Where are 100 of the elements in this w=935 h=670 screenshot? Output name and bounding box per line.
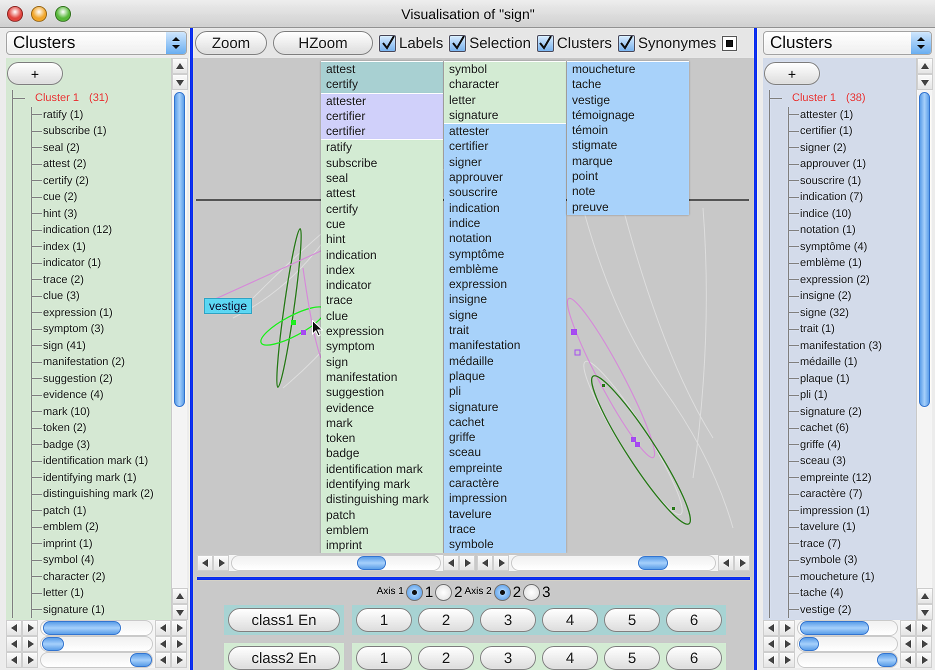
checkbox[interactable] (449, 34, 466, 52)
scroll-left-button[interactable] (155, 652, 171, 668)
synonym-item[interactable]: index (326, 262, 438, 278)
tree-item[interactable]: trait (1) (800, 323, 835, 336)
tree-item[interactable]: vestige (2) (800, 604, 852, 616)
synonym-item[interactable]: cue (326, 216, 438, 232)
synonym-item[interactable]: approuver (449, 170, 561, 186)
tree-item[interactable]: sceau (3) (800, 455, 846, 468)
synonym-item[interactable]: notation (449, 231, 561, 247)
scroll-right-button[interactable] (22, 636, 38, 652)
scroll-thumb[interactable] (174, 92, 185, 407)
tree-item[interactable]: evidence (4) (43, 389, 104, 402)
synonym-item[interactable]: identifying mark (326, 477, 438, 492)
tree-item[interactable]: approuver (1) (800, 158, 866, 170)
synonym-item[interactable]: trace (449, 522, 561, 538)
tree-item[interactable]: indication (7) (800, 191, 863, 204)
synonym-item[interactable]: médaille (449, 354, 561, 369)
scroll-left-button[interactable] (155, 620, 171, 636)
number-button[interactable]: 3 (480, 646, 536, 670)
tree-item[interactable]: identifying mark (1) (43, 472, 137, 484)
scroll-right-button[interactable] (779, 652, 795, 668)
horizontal-scrollbar[interactable] (477, 555, 750, 571)
synonym-item[interactable]: symptôme (449, 246, 561, 262)
tree-item[interactable]: griffe (4) (800, 438, 841, 451)
synonym-item[interactable]: trace (326, 293, 438, 309)
synonym-item[interactable]: impression (449, 491, 561, 507)
scroll-left-button[interactable] (6, 620, 22, 636)
horizontal-scrollbar[interactable] (763, 620, 932, 636)
synonym-item[interactable]: griffe (449, 430, 561, 446)
synonym-item[interactable]: token (326, 431, 438, 446)
scroll-thumb[interactable] (919, 92, 930, 407)
tree-item[interactable]: impression (1) (800, 504, 870, 517)
number-button[interactable]: 4 (542, 608, 598, 632)
synonym-item[interactable]: signer (449, 154, 561, 170)
checkbox[interactable] (618, 34, 635, 52)
synonym-item[interactable]: signature (449, 400, 561, 415)
tree-item[interactable]: notation (1) (800, 224, 856, 236)
add-button[interactable]: + (764, 62, 820, 85)
horizontal-scrollbar[interactable] (6, 636, 187, 652)
tree-item[interactable]: moucheture (1) (800, 570, 875, 583)
tree-item[interactable]: expression (2) (800, 274, 870, 286)
synonym-item[interactable]: indication (326, 248, 438, 263)
synonym-item[interactable]: tache (572, 77, 684, 93)
minimize-icon[interactable] (31, 6, 47, 22)
tree-item[interactable]: symptom (3) (43, 323, 104, 336)
scroll-right-button[interactable] (493, 555, 509, 571)
tree-item[interactable]: médaille (1) (800, 356, 858, 368)
scroll-left-button[interactable] (763, 636, 779, 652)
zoom-button[interactable]: Zoom (195, 31, 267, 55)
synonym-item[interactable]: tavelure (449, 506, 561, 522)
add-button[interactable]: + (7, 62, 63, 85)
synonym-item[interactable]: expression (449, 277, 561, 292)
zoom-icon[interactable] (55, 6, 71, 22)
synonym-item[interactable]: point (572, 169, 684, 184)
horizontal-scrollbar[interactable] (763, 652, 932, 668)
tree-item[interactable]: indice (10) (800, 208, 852, 220)
synonym-item[interactable]: emblème (449, 262, 561, 278)
synonym-item[interactable]: certifier (326, 124, 438, 140)
number-button[interactable]: 1 (356, 608, 412, 632)
synonym-item[interactable]: souscrire (449, 185, 561, 201)
synonym-item[interactable]: signe (449, 308, 561, 324)
scroll-right-button[interactable] (459, 555, 475, 571)
synonym-item[interactable]: clue (326, 308, 438, 324)
tree-item[interactable]: seal (2) (43, 142, 80, 154)
scroll-right-button[interactable] (171, 620, 187, 636)
synonym-item[interactable]: trait (449, 323, 561, 338)
synonym-item[interactable]: symptom (326, 339, 438, 355)
tree-item[interactable]: ratify (1) (43, 108, 84, 121)
synonym-item[interactable]: indicator (326, 278, 438, 294)
synonym-item[interactable]: note (572, 184, 684, 200)
synonym-item[interactable]: certify (326, 77, 438, 93)
scroll-down-button[interactable] (172, 74, 188, 90)
tree-item[interactable]: certify (2) (43, 174, 89, 187)
synonym-item[interactable]: indice (449, 216, 561, 232)
clusters-dropdown[interactable]: Clusters (6, 31, 187, 55)
synonym-item[interactable]: insigne (449, 292, 561, 308)
synonym-item[interactable]: certifier (326, 108, 438, 124)
checkbox-label[interactable]: Labels (399, 34, 444, 52)
radio-button[interactable] (406, 584, 423, 601)
synonym-item[interactable]: character (449, 77, 561, 93)
tree-item[interactable]: signature (2) (800, 406, 862, 418)
radio-button[interactable] (494, 584, 511, 601)
scroll-right-button[interactable] (213, 555, 229, 571)
synonym-item[interactable]: ratify (326, 140, 438, 156)
vertical-scrollbar[interactable] (916, 58, 932, 620)
tree-item[interactable]: manifestation (2) (43, 356, 125, 368)
scroll-left-button[interactable] (6, 636, 22, 652)
scroll-right-button[interactable] (171, 652, 187, 668)
number-button[interactable]: 2 (418, 646, 474, 670)
synonym-item[interactable]: imprint (326, 538, 438, 553)
scroll-left-button[interactable] (900, 620, 916, 636)
synonym-item[interactable]: vestige (572, 92, 684, 108)
tree-item[interactable]: certifier (1) (800, 125, 853, 138)
tree-item[interactable]: tache (4) (800, 587, 844, 600)
number-button[interactable]: 3 (480, 608, 536, 632)
synonym-item[interactable]: mark (326, 416, 438, 432)
scroll-left-button[interactable] (477, 555, 493, 571)
tree-item[interactable]: emblème (1) (800, 257, 862, 270)
radio-label[interactable]: 1 (424, 584, 434, 601)
tree-item[interactable]: imprint (1) (43, 538, 93, 550)
